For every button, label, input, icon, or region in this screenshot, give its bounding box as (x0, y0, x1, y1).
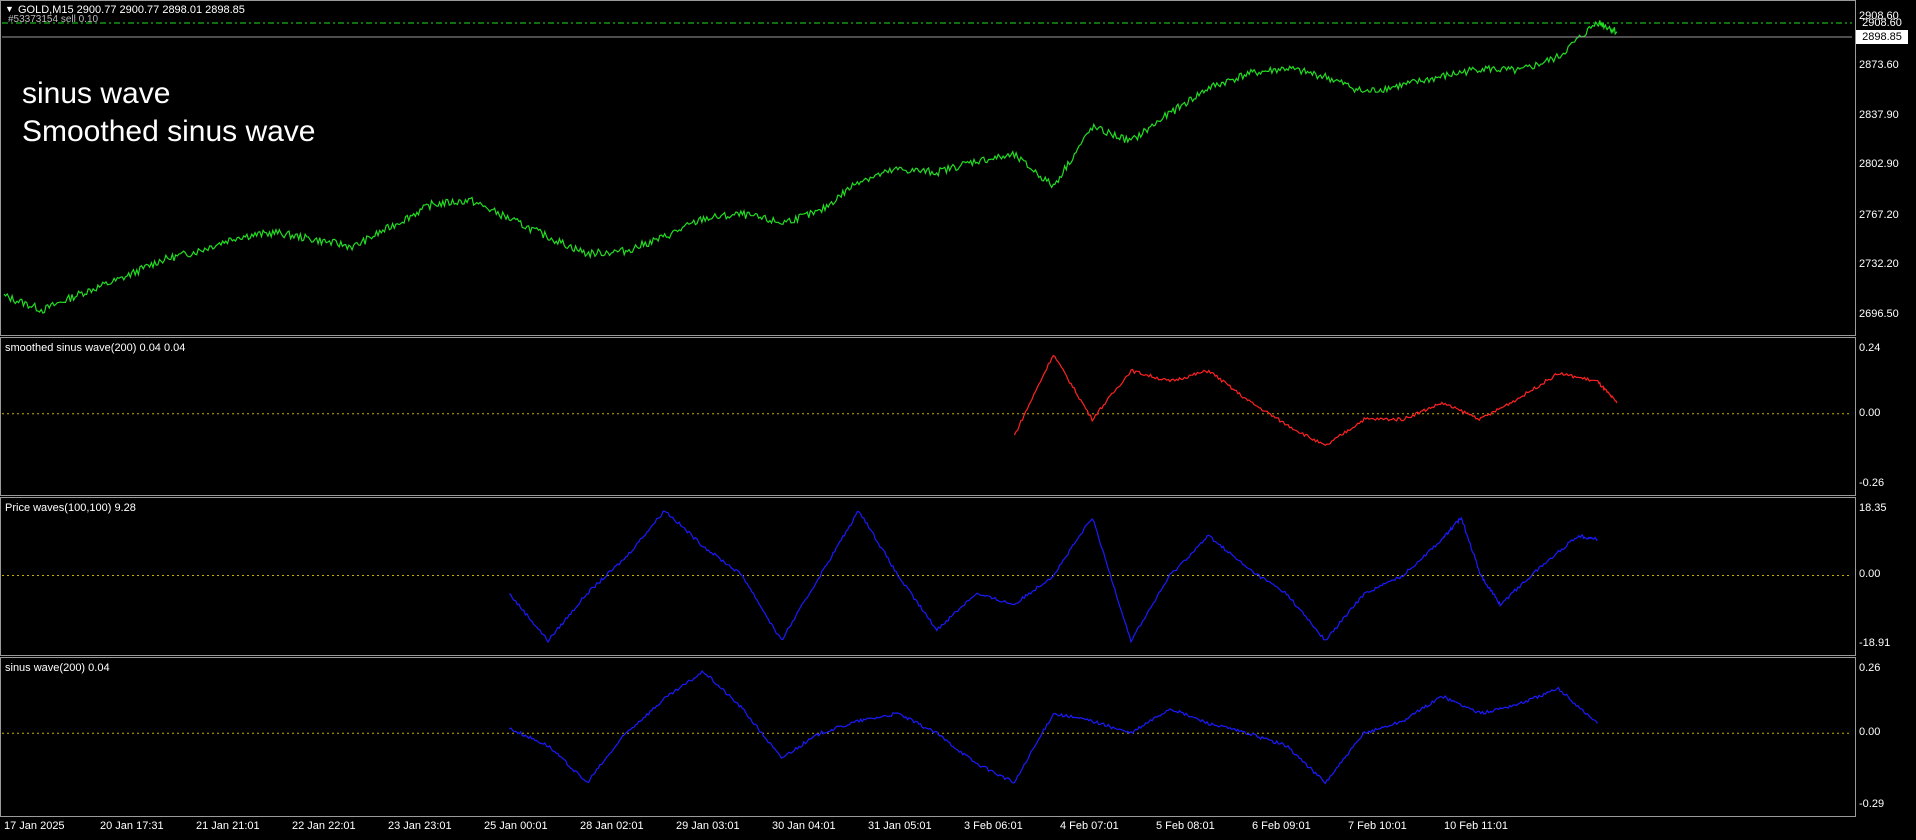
y-tick-label-price: 2732.20 (1859, 257, 1899, 270)
x-tick-label: 29 Jan 03:01 (676, 820, 740, 832)
y-tick-label-smoothed: 0.24 (1859, 342, 1881, 354)
x-tick-label: 17 Jan 2025 (4, 820, 65, 832)
x-tick-label: 21 Jan 21:01 (196, 820, 260, 832)
price-waves-pane-label: Price waves(100,100) 9.28 (5, 502, 136, 514)
series-line-price (3, 20, 1618, 314)
x-tick-label: 30 Jan 04:01 (772, 820, 836, 832)
y-tick-label-price_waves: 18.35 (1859, 502, 1887, 514)
series-line-price_waves (508, 510, 1598, 644)
y-tick-label-smoothed: -0.26 (1859, 477, 1885, 489)
y-tick-label-price: 2767.20 (1859, 208, 1899, 221)
y-tick-label-price: 2873.60 (1859, 58, 1899, 71)
overlay-line-2: Smoothed sinus wave (22, 115, 316, 148)
current-price-tag: 2898.85 (1856, 30, 1908, 44)
series-line-smoothed (1013, 354, 1618, 447)
y-tick-label-sinus: 0.00 (1859, 726, 1881, 739)
x-tick-label: 25 Jan 00:01 (484, 820, 548, 832)
x-tick-label: 28 Jan 02:01 (580, 820, 644, 832)
x-tick-label: 3 Feb 06:01 (964, 820, 1023, 832)
x-tick-label: 10 Feb 11:01 (1444, 820, 1509, 832)
y-tick-label-sinus: -0.29 (1859, 798, 1885, 810)
sinus-pane-label: sinus wave(200) 0.04 (5, 662, 110, 674)
x-tick-label: 5 Feb 08:01 (1156, 820, 1215, 832)
order-line-label: #53373154 sell 0.10 (8, 14, 99, 25)
y-tick-label-smoothed: 0.00 (1859, 406, 1881, 419)
series-line-sinus (508, 670, 1598, 785)
y-tick-label-price_waves: 0.00 (1859, 568, 1881, 581)
collapse-arrow-icon[interactable]: ▼ (5, 4, 14, 14)
x-tick-label: 4 Feb 07:01 (1060, 820, 1119, 832)
x-tick-label: 7 Feb 10:01 (1348, 820, 1407, 832)
overlay-line-1: sinus wave (22, 77, 171, 110)
x-tick-label: 22 Jan 22:01 (292, 820, 356, 832)
x-tick-label: 31 Jan 05:01 (868, 820, 932, 832)
y-tick-label-price: 2802.90 (1859, 158, 1899, 171)
y-tick-label-price: 2837.90 (1859, 109, 1899, 122)
y-tick-label-price: 2908.60 (1859, 9, 1899, 22)
x-tick-label: 6 Feb 09:01 (1252, 820, 1311, 832)
smoothed-pane-label: smoothed sinus wave(200) 0.04 0.04 (5, 342, 186, 354)
y-tick-label-sinus: 0.26 (1859, 662, 1881, 674)
x-tick-label: 23 Jan 23:01 (388, 820, 452, 832)
y-tick-label-price_waves: -18.91 (1859, 637, 1891, 649)
y-tick-label-price: 2696.50 (1859, 307, 1899, 320)
x-tick-label: 20 Jan 17:31 (100, 820, 164, 832)
